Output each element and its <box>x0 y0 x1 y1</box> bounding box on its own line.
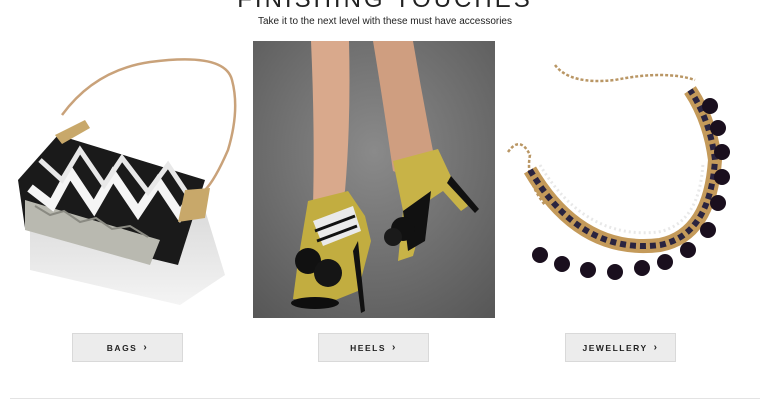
heels-button[interactable]: HEELS › <box>318 333 429 362</box>
section-subtitle: Take it to the next level with these mus… <box>257 16 512 27</box>
heels-product-image[interactable] <box>253 41 495 318</box>
chevron-right-icon: › <box>392 342 397 353</box>
chevron-right-icon: › <box>143 342 149 353</box>
necklace-product-image[interactable] <box>500 40 770 320</box>
jewellery-button-label: JEWELLERY <box>582 342 648 353</box>
section-divider <box>10 398 760 399</box>
section-title: FINISHING TOUCHES <box>0 0 770 14</box>
chevron-right-icon: › <box>653 342 659 353</box>
bags-button-label: BAGS <box>106 342 138 353</box>
jewellery-button[interactable]: JEWELLERY › <box>565 333 676 362</box>
bags-button[interactable]: BAGS › <box>72 333 183 362</box>
bag-product-image[interactable] <box>0 40 245 320</box>
heels-button-label: HEELS <box>350 342 386 353</box>
